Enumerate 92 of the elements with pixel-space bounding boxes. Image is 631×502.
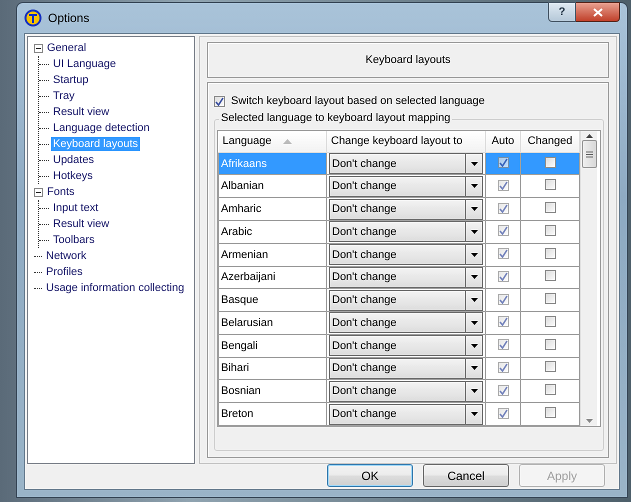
collapse-icon[interactable]	[34, 44, 43, 52]
table-cell[interactable]: Basque	[218, 288, 326, 312]
tree-item[interactable]: Tray	[51, 89, 77, 103]
scroll-up-icon[interactable]	[586, 134, 592, 138]
checkbox[interactable]	[544, 248, 556, 259]
tree-item[interactable]: Fonts	[45, 185, 77, 199]
dropdown-arrow-icon	[470, 162, 478, 166]
layout-dropdown[interactable]: Don't change	[329, 358, 483, 379]
layout-dropdown[interactable]: Don't change	[329, 221, 483, 242]
window-title: Options	[48, 11, 90, 25]
table-cell[interactable]: Azerbaijani	[218, 266, 326, 289]
dialog-button[interactable]: OK	[327, 464, 413, 487]
dropdown-arrow-icon	[470, 320, 478, 325]
tree-item[interactable]: Network	[44, 249, 88, 263]
tree-item[interactable]: Result view	[51, 105, 112, 119]
tree-item[interactable]: Result view	[51, 217, 112, 231]
grip-icon[interactable]	[586, 150, 592, 158]
dropdown-arrow-icon	[470, 207, 478, 212]
checkbox[interactable]	[544, 179, 556, 190]
dropdown-arrow-icon	[470, 252, 478, 257]
page-title: Keyboard layouts	[207, 42, 609, 78]
dropdown-arrow-icon	[470, 389, 478, 394]
layout-dropdown[interactable]: Don't change	[329, 404, 483, 425]
dropdown-arrow-icon	[470, 275, 478, 280]
checkbox[interactable]	[498, 294, 508, 305]
checkbox[interactable]	[544, 407, 556, 418]
tree-item[interactable]: Profiles	[44, 265, 85, 279]
layout-dropdown[interactable]: Don't change	[329, 198, 483, 220]
layout-dropdown[interactable]: Don't change	[329, 176, 483, 197]
table-cell[interactable]: Amharic	[218, 198, 326, 221]
checkbox[interactable]	[544, 338, 556, 350]
collapse-icon[interactable]	[34, 188, 43, 196]
checkbox[interactable]	[544, 202, 556, 214]
sort-icon	[283, 139, 292, 144]
dropdown-arrow-icon	[470, 366, 478, 370]
checkbox-label[interactable]: Switch keyboard layout based on selected language	[231, 95, 485, 107]
tree-item[interactable]: Hotkeys	[51, 169, 95, 183]
scroll-down-icon[interactable]	[586, 419, 592, 423]
checkbox[interactable]	[544, 224, 556, 236]
dropdown-arrow-icon	[470, 230, 478, 234]
tree-item[interactable]: General	[45, 41, 88, 55]
dropdown-arrow-icon	[470, 412, 478, 416]
layout-dropdown[interactable]: Don't change	[329, 153, 483, 174]
tree-item[interactable]: UI Language	[51, 57, 118, 71]
dropdown-arrow-icon	[470, 184, 478, 188]
dropdown-arrow-icon	[470, 344, 478, 348]
table-cell[interactable]: Albanian	[218, 174, 326, 198]
checkbox[interactable]	[544, 384, 556, 396]
checkbox[interactable]	[498, 384, 508, 396]
layout-dropdown[interactable]: Don't change	[329, 290, 483, 311]
layout-dropdown[interactable]: Don't change	[329, 312, 483, 334]
checkbox[interactable]	[498, 362, 508, 373]
table-cell[interactable]: Breton	[218, 402, 326, 426]
help-button[interactable]: ?	[548, 2, 576, 22]
checkbox[interactable]	[544, 270, 556, 282]
layout-dropdown[interactable]: Don't change	[329, 266, 483, 288]
close-button[interactable]	[576, 2, 620, 22]
layout-dropdown[interactable]: Don't change	[329, 244, 483, 266]
layout-dropdown[interactable]: Don't change	[329, 380, 483, 402]
table-cell[interactable]: Arabic	[218, 220, 326, 244]
tree-item[interactable]: Updates	[51, 153, 96, 167]
checkbox[interactable]	[544, 156, 556, 168]
checkbox[interactable]	[498, 316, 508, 328]
scrollbar[interactable]	[580, 131, 597, 426]
checkbox[interactable]	[544, 316, 556, 327]
checkbox[interactable]	[498, 180, 508, 191]
dropdown-arrow-icon	[470, 298, 478, 302]
checkbox[interactable]	[544, 293, 556, 304]
checkbox[interactable]	[544, 361, 556, 372]
table-cell[interactable]: Belarusian	[218, 312, 326, 334]
checkbox[interactable]	[498, 202, 508, 214]
tree-item[interactable]: Startup	[51, 73, 90, 87]
checkbox[interactable]	[498, 408, 508, 419]
table-cell[interactable]: Bengali	[218, 334, 326, 358]
checkbox[interactable]	[498, 248, 508, 260]
app-logo-icon	[24, 9, 42, 27]
tree-item[interactable]: Input text	[51, 201, 100, 215]
tree-item[interactable]: Language detection	[51, 121, 152, 135]
checkbox[interactable]	[498, 225, 508, 236]
checkbox[interactable]	[498, 270, 508, 282]
checkbox[interactable]	[498, 339, 508, 350]
checkbox[interactable]	[498, 157, 508, 168]
layout-dropdown[interactable]: Don't change	[329, 335, 483, 356]
close-icon	[592, 8, 602, 16]
dialog-button[interactable]: Cancel	[423, 464, 509, 487]
table-cell[interactable]: Bosnian	[218, 380, 326, 403]
table-cell[interactable]: Armenian	[218, 243, 326, 266]
group-title: Selected language to keyboard layout mapping	[219, 112, 452, 124]
tree-item[interactable]: Usage information collecting	[44, 281, 186, 295]
checkbox[interactable]	[214, 96, 225, 106]
tree-item[interactable]: Toolbars	[51, 233, 97, 247]
table-cell[interactable]: Bihari	[218, 357, 326, 380]
